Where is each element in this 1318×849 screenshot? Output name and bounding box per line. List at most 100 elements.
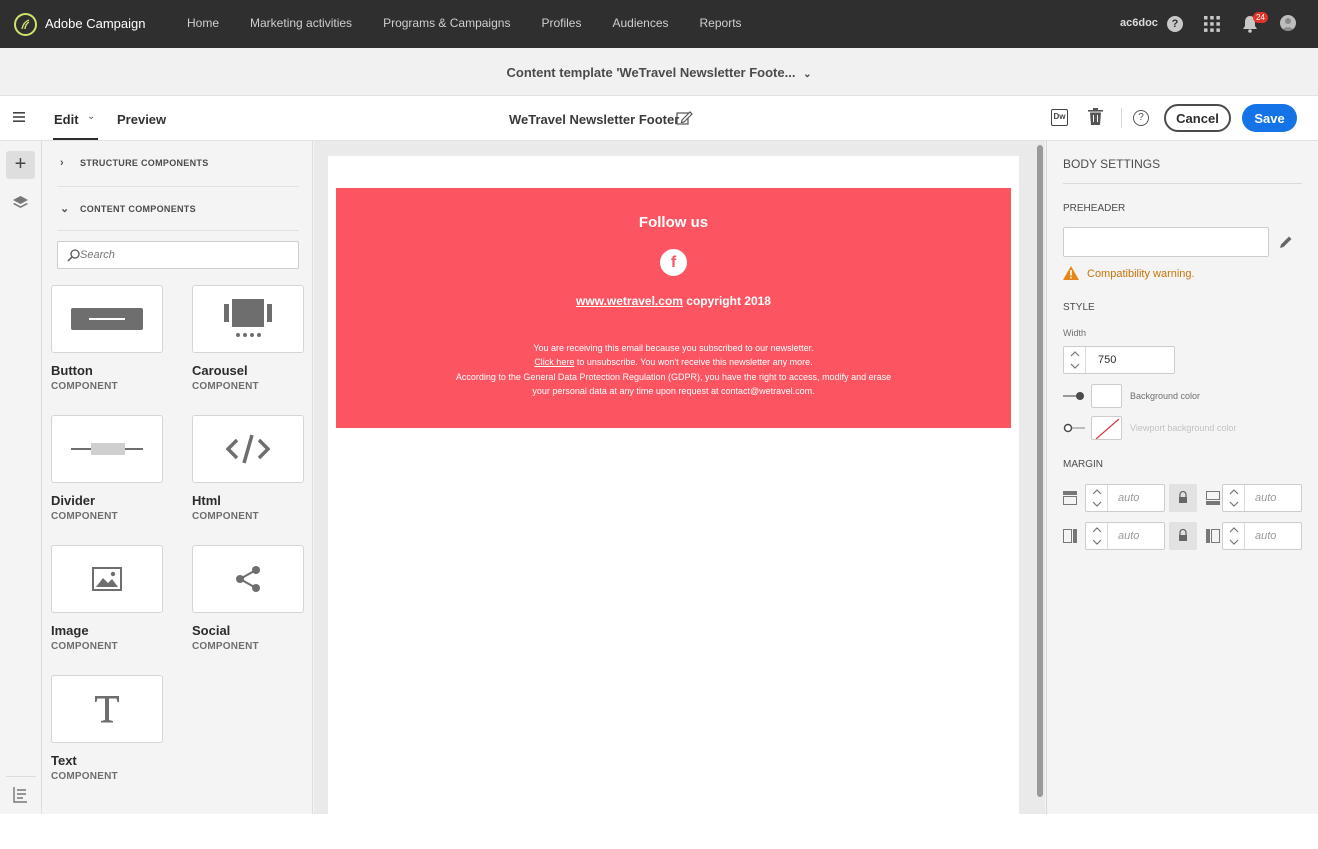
component-text[interactable]: Text COMPONENT — [51, 675, 163, 782]
content-title-bar: Content template 'WeTravel Newsletter Fo… — [0, 48, 1318, 96]
email-body[interactable]: Follow us f www.wetravel.com copyright 2… — [328, 156, 1019, 814]
component-image[interactable]: Image COMPONENT — [51, 545, 163, 652]
chevron-down-icon: ⌄ — [60, 203, 70, 215]
rail-divider — [6, 776, 36, 777]
main-nav: Home Marketing activities Programs & Cam… — [187, 16, 773, 30]
component-tile[interactable] — [192, 415, 304, 483]
nav-profiles[interactable]: Profiles — [541, 16, 581, 30]
margin-right-stepper[interactable] — [1223, 523, 1245, 549]
trash-icon[interactable] — [1088, 108, 1103, 125]
template-title-dropdown[interactable]: Content template 'WeTravel Newsletter Fo… — [0, 65, 1318, 80]
margin-bottom-stepper[interactable] — [1223, 485, 1245, 511]
component-search — [57, 241, 299, 269]
newsletter-footer-block[interactable]: Follow us f www.wetravel.com copyright 2… — [336, 188, 1011, 428]
apps-grid-icon[interactable] — [1204, 16, 1220, 32]
pencil-icon[interactable] — [1279, 235, 1293, 249]
section-divider — [57, 230, 299, 231]
margin-right-field[interactable]: auto — [1222, 522, 1302, 550]
save-button[interactable]: Save — [1242, 104, 1297, 132]
adobe-campaign-logo-icon[interactable] — [14, 13, 37, 36]
components-panel: › STRUCTURE COMPONENTS ⌄ CONTENT COMPONENT… — [43, 141, 313, 814]
copyright-line[interactable]: www.wetravel.com copyright 2018 — [336, 294, 1011, 308]
cancel-button[interactable]: Cancel — [1164, 104, 1231, 132]
left-rail: + — [0, 141, 42, 814]
component-divider[interactable]: Divider COMPONENT — [51, 415, 163, 522]
background-color-toggle[interactable] — [1063, 391, 1085, 401]
margin-label: MARGIN — [1063, 459, 1103, 470]
structure-components-toggle[interactable]: › STRUCTURE COMPONENTS — [60, 157, 209, 169]
user-name[interactable]: ac6doc — [1120, 17, 1158, 29]
canvas-scrollbar[interactable] — [1037, 145, 1043, 797]
background-color-swatch[interactable] — [1091, 384, 1122, 408]
nav-audiences[interactable]: Audiences — [612, 16, 668, 30]
margin-left-field[interactable]: auto — [1085, 522, 1165, 550]
tab-edit[interactable]: Edit — [54, 112, 79, 127]
nav-programs-campaigns[interactable]: Programs & Campaigns — [383, 16, 510, 30]
compatibility-warning[interactable]: Compatibility warning. — [1087, 268, 1195, 280]
background-color-label: Background color — [1130, 391, 1201, 401]
editor-toolbar: Edit ⌄ Preview WeTravel Newsletter Foote… — [0, 96, 1318, 141]
content-components-toggle[interactable]: ⌄ CONTENT COMPONENTS — [60, 202, 196, 215]
legal-notice[interactable]: You are receiving this email because you… — [336, 341, 1011, 398]
warning-icon — [1063, 266, 1079, 280]
component-tile[interactable] — [51, 415, 163, 483]
viewport-color-toggle[interactable] — [1063, 423, 1085, 433]
component-tile[interactable] — [51, 285, 163, 353]
tab-preview[interactable]: Preview — [117, 112, 166, 127]
margin-bottom-icon — [1206, 491, 1220, 505]
avatar[interactable] — [1280, 15, 1296, 31]
stepper-arrows-icon — [1092, 527, 1102, 545]
component-name: Html — [192, 493, 221, 508]
preheader-input[interactable] — [1063, 227, 1269, 257]
nav-reports[interactable]: Reports — [700, 16, 742, 30]
margin-row-vertical: auto auto — [1063, 484, 1302, 512]
viewport-color-swatch[interactable] — [1091, 416, 1122, 440]
component-type: COMPONENT — [51, 511, 118, 522]
app-name[interactable]: Adobe Campaign — [45, 16, 145, 31]
component-social[interactable]: Social COMPONENT — [192, 545, 304, 652]
preheader-label: PREHEADER — [1063, 203, 1126, 214]
panel-divider — [1063, 183, 1302, 184]
layers-icon[interactable] — [12, 195, 29, 211]
search-input[interactable] — [80, 246, 290, 264]
component-tile[interactable] — [51, 545, 163, 613]
margin-lock-toggle[interactable] — [1169, 484, 1197, 512]
margin-top-stepper[interactable] — [1086, 485, 1108, 511]
rename-icon[interactable] — [676, 110, 693, 126]
help-circle-icon[interactable]: ? — [1133, 110, 1149, 126]
margin-top-field[interactable]: auto — [1085, 484, 1165, 512]
component-type: COMPONENT — [192, 511, 259, 522]
hamburger-menu-icon[interactable] — [13, 112, 25, 122]
component-tile[interactable] — [192, 545, 304, 613]
nav-marketing-activities[interactable]: Marketing activities — [250, 16, 352, 30]
add-components-icon[interactable]: + — [6, 151, 35, 179]
help-icon[interactable]: ? — [1167, 16, 1183, 32]
component-type: COMPONENT — [51, 641, 118, 652]
button-icon — [71, 308, 143, 330]
site-link[interactable]: www.wetravel.com — [576, 294, 683, 308]
facebook-icon[interactable]: f — [660, 249, 687, 276]
follow-us-heading[interactable]: Follow us — [336, 214, 1011, 231]
share-icon — [236, 566, 260, 592]
component-name: Text — [51, 753, 77, 768]
section-divider — [57, 186, 299, 187]
component-tile[interactable] — [192, 285, 304, 353]
legal-line-rest: to unsubscribe. You won't receive this n… — [574, 357, 813, 368]
component-button[interactable]: Button COMPONENT — [51, 285, 163, 392]
component-carousel[interactable]: Carousel COMPONENT — [192, 285, 304, 392]
chevron-down-icon[interactable]: ⌄ — [87, 111, 95, 122]
width-stepper[interactable] — [1064, 347, 1086, 373]
margin-bottom-field[interactable]: auto — [1222, 484, 1302, 512]
component-tile[interactable] — [51, 675, 163, 743]
dreamweaver-icon[interactable]: Dw — [1051, 109, 1068, 126]
margin-left-stepper[interactable] — [1086, 523, 1108, 549]
width-field[interactable]: 750 — [1063, 346, 1175, 374]
component-html[interactable]: Html COMPONENT — [192, 415, 304, 522]
nav-home[interactable]: Home — [187, 16, 219, 30]
text-icon — [95, 696, 119, 723]
margin-lock-toggle[interactable] — [1169, 522, 1197, 550]
component-name: Carousel — [192, 363, 248, 378]
width-label: Width — [1063, 328, 1087, 338]
document-settings-icon[interactable] — [12, 786, 29, 803]
unsubscribe-link[interactable]: Click here — [534, 357, 574, 367]
